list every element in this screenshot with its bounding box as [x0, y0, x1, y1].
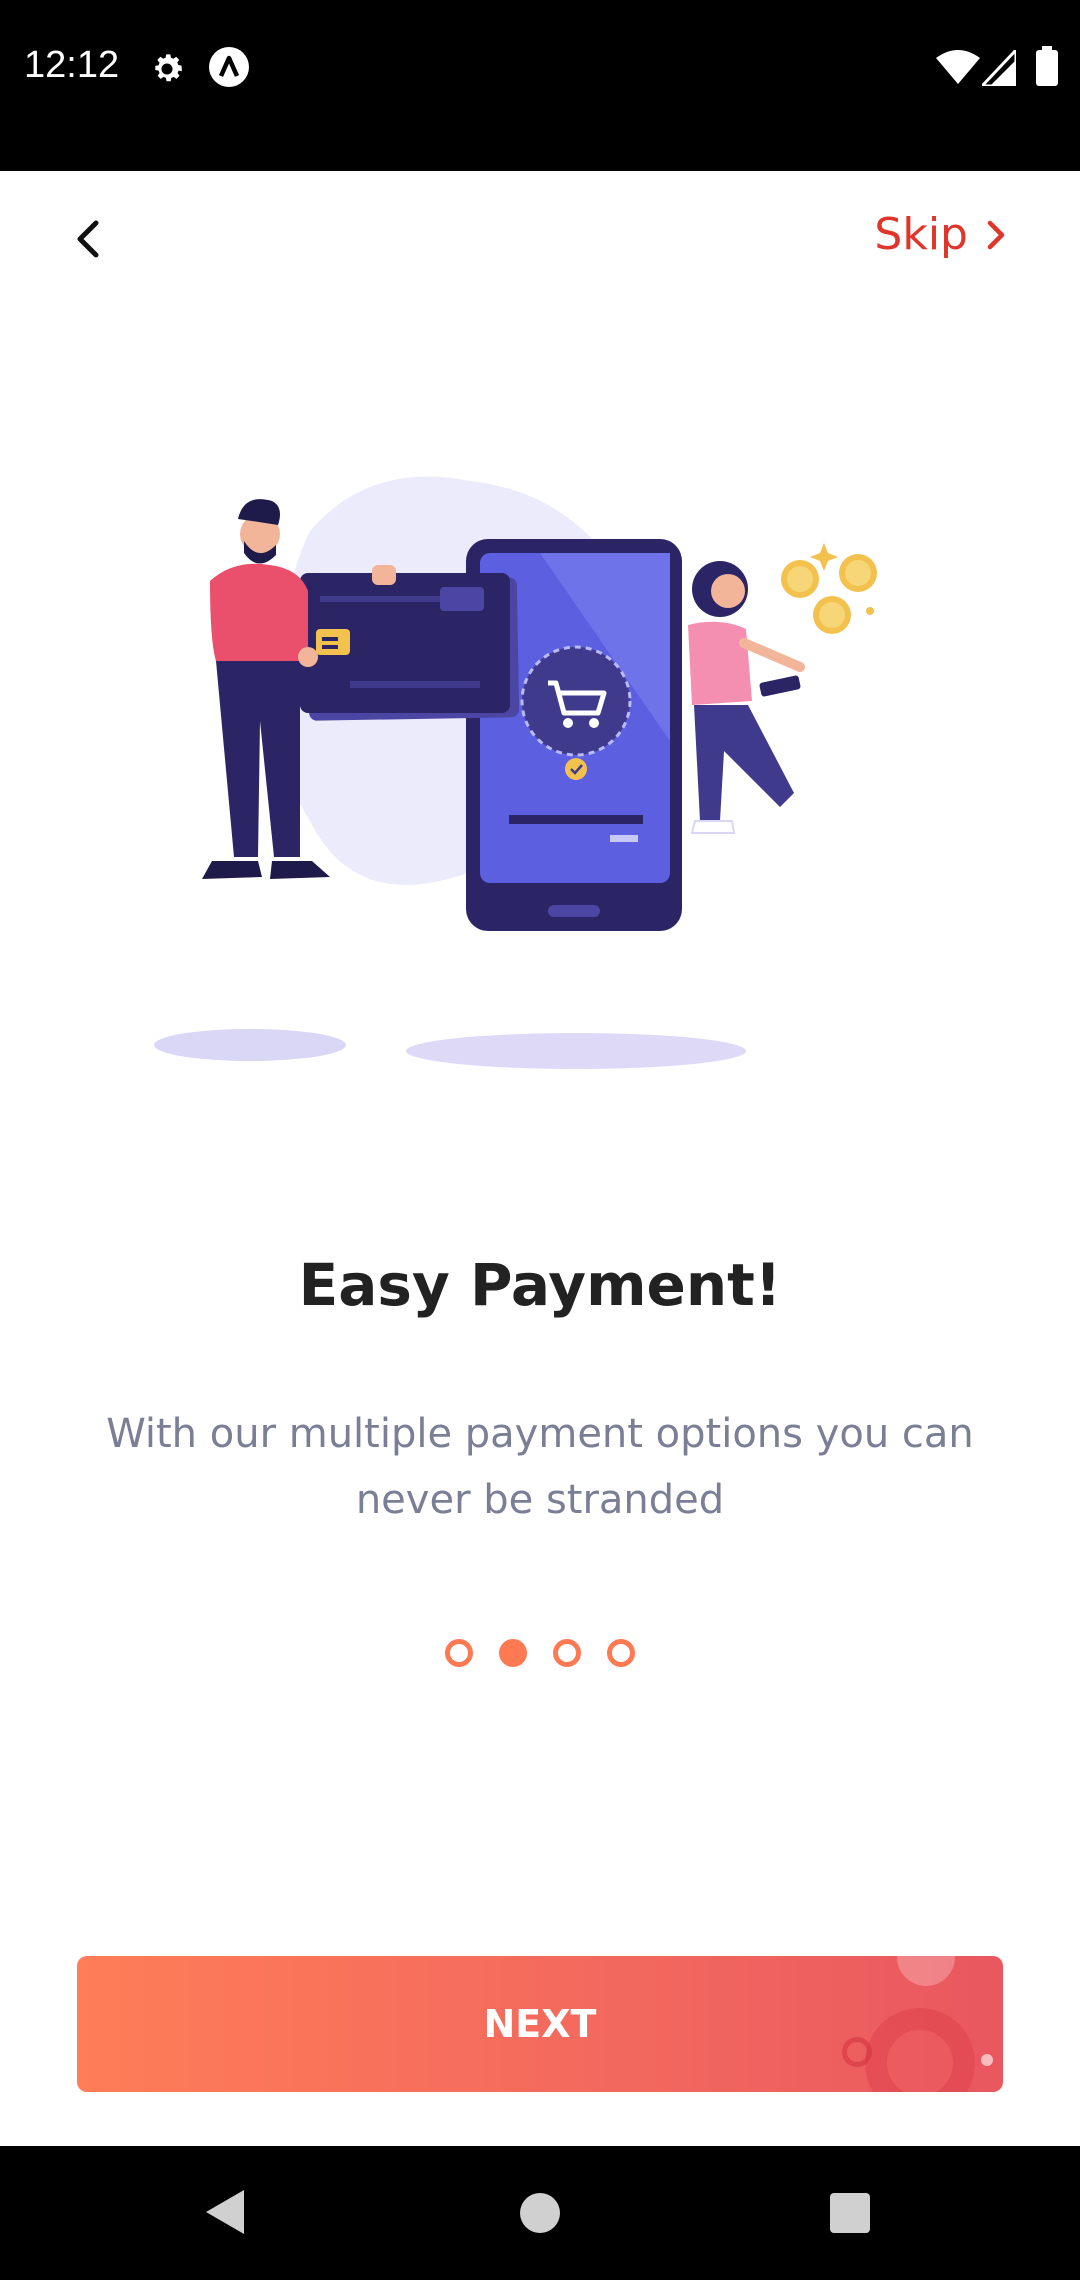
page-dot[interactable]: [607, 1639, 635, 1667]
recents-square-icon[interactable]: [829, 2192, 871, 2239]
home-circle-icon[interactable]: [519, 2192, 561, 2239]
chevron-left-icon: [77, 220, 99, 258]
floor-shadow-left: [154, 1029, 346, 1061]
signal-icon: [978, 46, 1018, 91]
status-bar: 12:12: [0, 0, 1080, 171]
system-nav-bar: [0, 2146, 1080, 2280]
page-indicator: [0, 1639, 1080, 1667]
button-decoration: [842, 2037, 872, 2067]
chevron-right-icon: [987, 220, 1005, 249]
next-button[interactable]: NEXT: [77, 1956, 1003, 2092]
onboarding-title: Easy Payment!: [298, 1251, 782, 1319]
app-logo-icon: [208, 46, 250, 93]
status-time: 12:12: [24, 44, 120, 86]
floor-shadow-right: [406, 1033, 746, 1069]
skip-label: Skip: [874, 209, 968, 260]
back-triangle-icon[interactable]: [204, 2188, 246, 2241]
button-decoration: [865, 2008, 975, 2092]
back-button[interactable]: [62, 211, 118, 267]
payment-illustration: [154, 476, 877, 1069]
skip-button[interactable]: Skip: [874, 209, 1010, 260]
gear-icon: [148, 50, 186, 93]
onboarding-screen: Skip Easy Payment! With our multiple pay…: [0, 171, 1080, 2146]
button-decoration: [897, 1956, 955, 1986]
page-dot[interactable]: [445, 1639, 473, 1667]
coins-graphic: [781, 543, 877, 634]
onboarding-subtitle: With our multiple payment options you ca…: [106, 1411, 974, 1523]
credit-card-graphic: [300, 573, 520, 721]
wifi-icon: [936, 50, 980, 91]
page-dot-active[interactable]: [499, 1639, 527, 1667]
button-decoration: [981, 2054, 993, 2066]
next-label: NEXT: [483, 2002, 597, 2046]
battery-icon: [1036, 46, 1058, 91]
woman-figure: [688, 561, 805, 834]
page-dot[interactable]: [553, 1639, 581, 1667]
